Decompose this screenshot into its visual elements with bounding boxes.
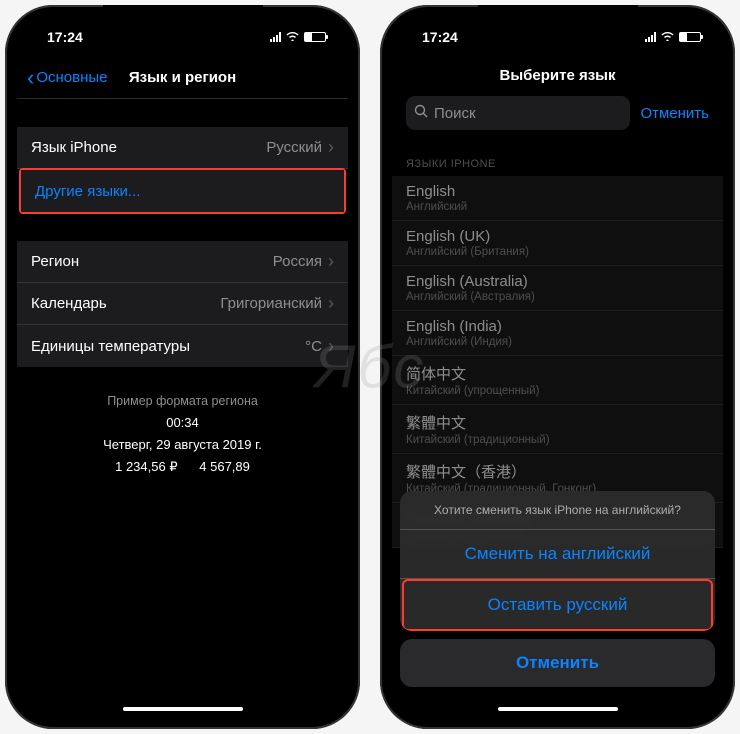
search-placeholder: Поиск [434, 105, 476, 122]
example-date: Четверг, 29 августа 2019 г. [17, 434, 348, 456]
chevron-right-icon: › [328, 336, 334, 357]
row-label: Язык iPhone [31, 139, 117, 156]
chevron-right-icon: › [328, 293, 334, 314]
back-label: Основные [36, 69, 107, 86]
battery-icon [679, 32, 701, 42]
row-iphone-language[interactable]: Язык iPhone Русский › [17, 127, 348, 169]
row-label: Другие языки... [35, 183, 140, 200]
row-label: Единицы температуры [31, 338, 190, 355]
phone-right: 17:24 Выберите язык Поиск Отменить ЯЗЫКИ… [380, 5, 735, 729]
action-sheet: Хотите сменить язык iPhone на английский… [400, 491, 715, 687]
example-time: 00:34 [17, 412, 348, 434]
row-other-languages[interactable]: Другие языки... [21, 170, 344, 212]
search-icon [414, 104, 428, 122]
wifi-icon [660, 30, 675, 44]
search-cancel-button[interactable]: Отменить [640, 105, 709, 122]
signal-icon [645, 32, 656, 42]
highlight-keep-russian: Оставить русский [402, 579, 713, 631]
wifi-icon [285, 30, 300, 44]
row-label: Календарь [31, 295, 107, 312]
nav-bar: ‹ Основные Язык и регион [17, 57, 348, 99]
sheet-message: Хотите сменить язык iPhone на английский… [400, 491, 715, 530]
example-numbers: 1 234,56 ₽ 4 567,89 [17, 456, 348, 478]
sheet-cancel-button[interactable]: Отменить [400, 639, 715, 687]
row-value: Григорианский [220, 295, 322, 312]
row-temperature-units[interactable]: Единицы температуры °C › [17, 325, 348, 367]
home-indicator[interactable] [498, 707, 618, 711]
signal-icon [270, 32, 281, 42]
highlight-other-languages: Другие языки... [19, 168, 346, 214]
row-value: Русский [266, 139, 322, 156]
example-header: Пример формата региона [17, 391, 348, 412]
chevron-left-icon: ‹ [27, 65, 34, 91]
row-value: Россия [273, 253, 322, 270]
home-indicator[interactable] [123, 707, 243, 711]
notch [103, 5, 263, 31]
back-button[interactable]: ‹ Основные [27, 65, 108, 91]
sheet-change-button[interactable]: Сменить на английский [400, 530, 715, 579]
page-title: Выберите язык [392, 57, 723, 96]
sheet-keep-button[interactable]: Оставить русский [404, 581, 711, 629]
row-label: Регион [31, 253, 79, 270]
chevron-right-icon: › [328, 137, 334, 158]
chevron-right-icon: › [328, 251, 334, 272]
modal-dim-overlay [392, 140, 723, 548]
search-input[interactable]: Поиск [406, 96, 630, 130]
phone-left: 17:24 ‹ Основные Язык и регион Язык iPho… [5, 5, 360, 729]
row-calendar[interactable]: Календарь Григорианский › [17, 283, 348, 325]
status-time: 17:24 [422, 29, 458, 45]
region-format-example: Пример формата региона 00:34 Четверг, 29… [17, 391, 348, 479]
row-value: °C [305, 338, 322, 355]
status-time: 17:24 [47, 29, 83, 45]
battery-icon [304, 32, 326, 42]
row-region[interactable]: Регион Россия › [17, 241, 348, 283]
notch [478, 5, 638, 31]
